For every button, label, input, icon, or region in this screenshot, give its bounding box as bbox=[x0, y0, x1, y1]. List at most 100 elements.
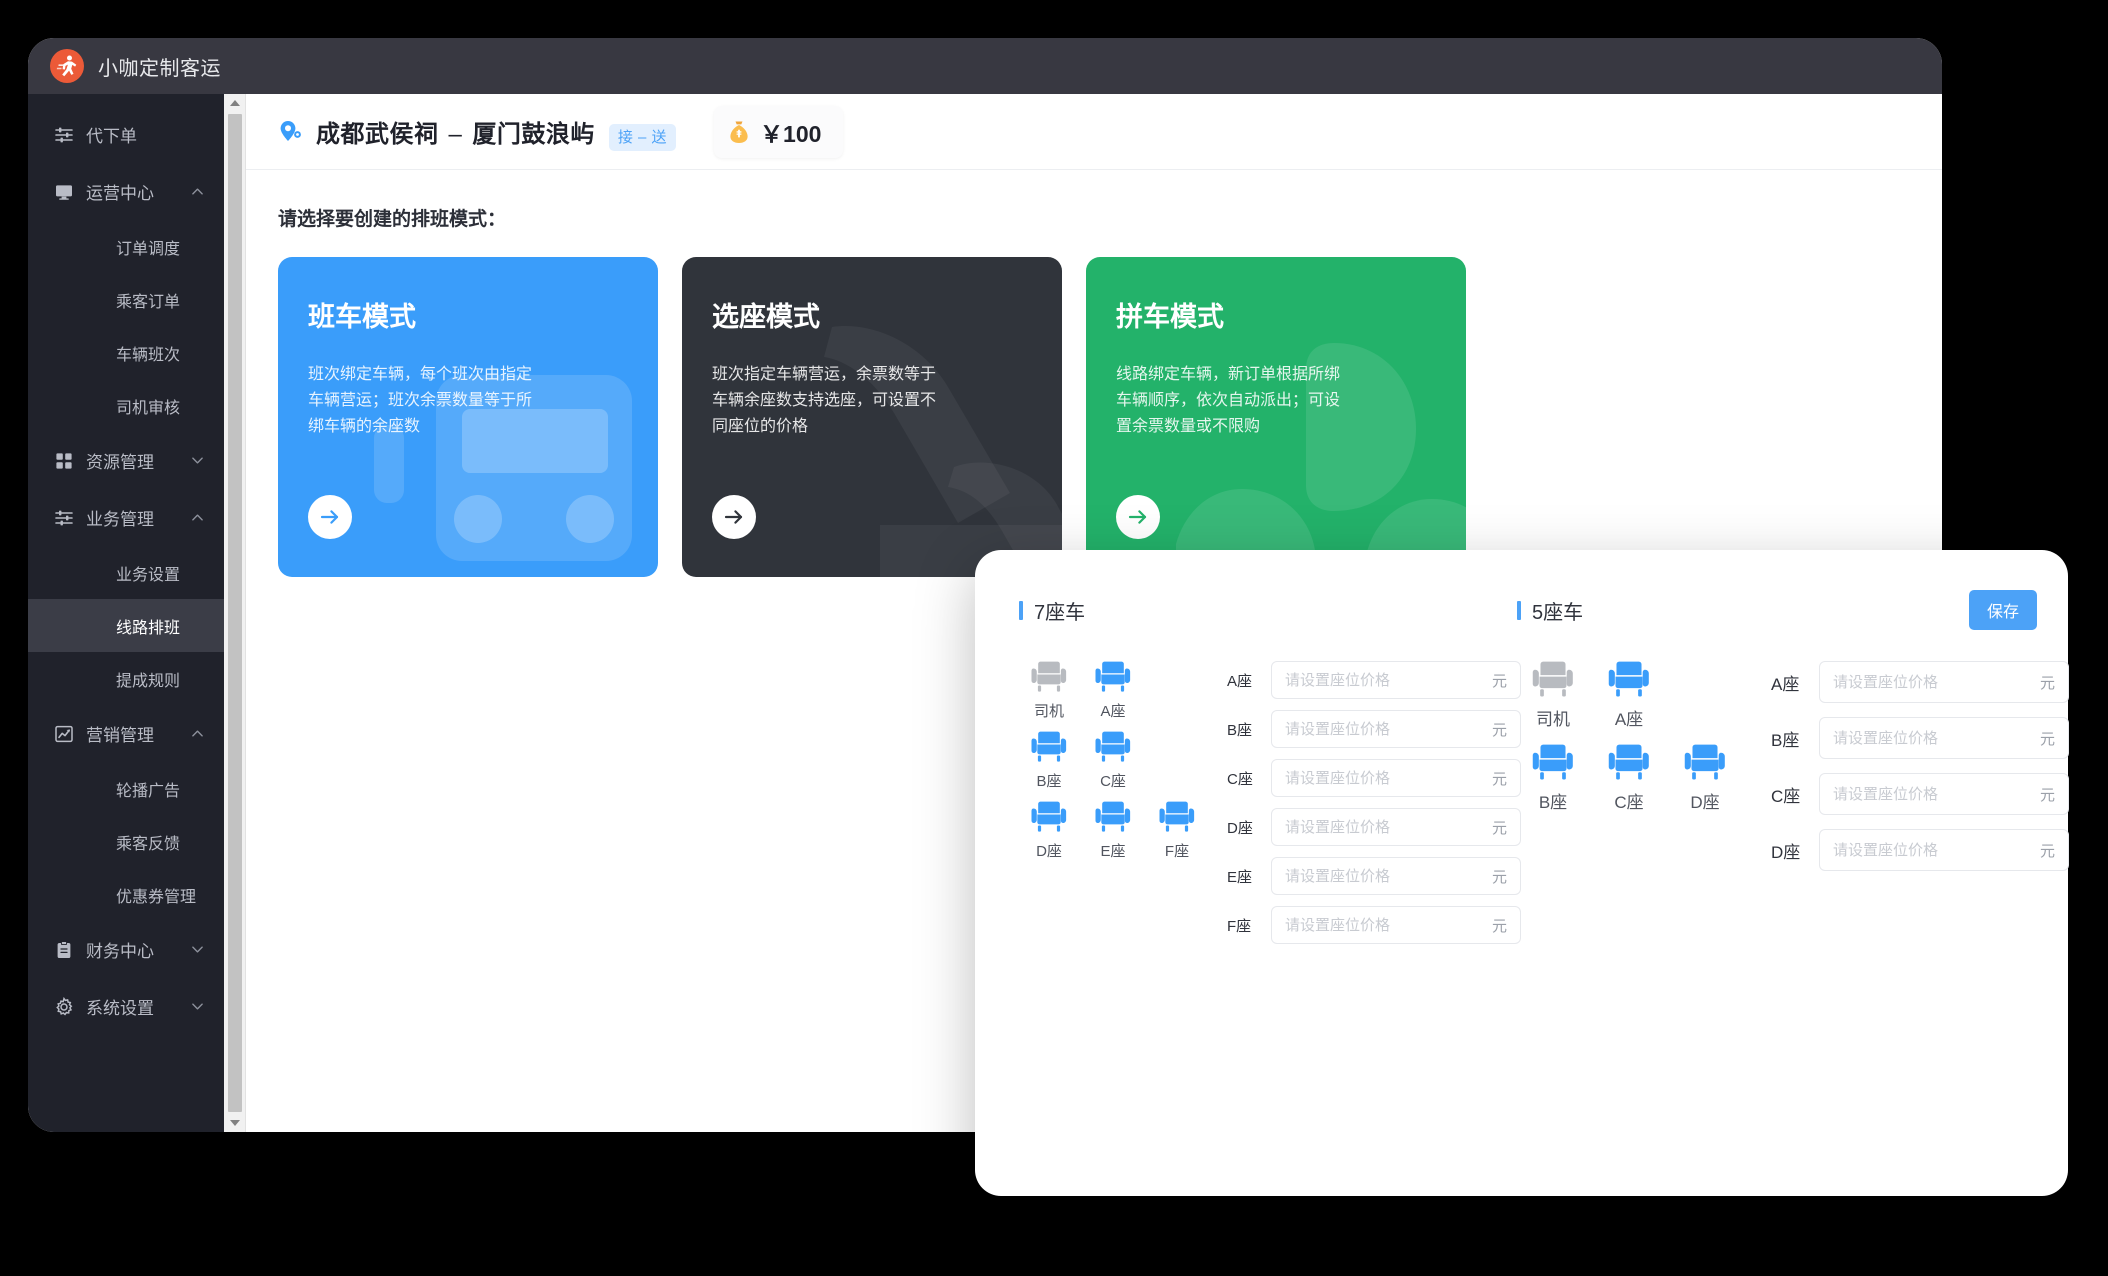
passenger-seat[interactable]: D座 bbox=[1669, 744, 1741, 813]
seat-price-input-wrap[interactable]: 元 bbox=[1819, 717, 2070, 759]
money-bag-icon bbox=[730, 121, 748, 143]
seat-price-input-wrap[interactable]: 元 bbox=[1819, 661, 2070, 703]
seat-chair-icon bbox=[1159, 801, 1195, 832]
seat-price-input[interactable] bbox=[1833, 729, 2032, 747]
seat-section-title: 7座车 bbox=[1019, 596, 1459, 625]
sidebar-item-label: 乘客订单 bbox=[116, 293, 181, 311]
sidebar-group-15[interactable]: 财务中心 bbox=[28, 921, 224, 978]
passenger-seat[interactable]: D座 bbox=[1019, 801, 1079, 861]
mode-card-0[interactable]: 班车模式 班次绑定车辆，每个班次由指定 车辆营运；班次余票数量等于所 绑车辆的余座… bbox=[278, 257, 658, 577]
sliders-icon bbox=[54, 125, 74, 145]
runner-glyph bbox=[56, 55, 77, 77]
mode-card-go-button[interactable] bbox=[308, 495, 352, 539]
seat-chair-icon bbox=[1532, 744, 1573, 780]
currency-unit-label: 元 bbox=[2040, 730, 2056, 748]
sidebar-item-12[interactable]: 轮播广告 bbox=[28, 762, 224, 815]
seat-price-input-wrap[interactable]: 元 bbox=[1271, 710, 1522, 748]
seat-label: A座 bbox=[1614, 710, 1644, 729]
seat-chair-icon bbox=[1608, 744, 1649, 780]
seat-price-input[interactable] bbox=[1285, 916, 1484, 934]
route-origin: 成都武侯祠 bbox=[316, 121, 439, 148]
route-title: 成都武侯祠 – 厦门鼓浪屿接 – 送 bbox=[316, 114, 677, 151]
scroll-up-arrow-icon[interactable] bbox=[224, 94, 245, 112]
mode-card-1[interactable]: 选座模式 班次指定车辆营运，余票数等于 车辆余座数支持选座，可设置不 同座位的价格 bbox=[682, 257, 1062, 577]
sidebar-item-label: 订单调度 bbox=[116, 240, 181, 258]
seat-price-input[interactable] bbox=[1833, 841, 2032, 859]
chart-icon bbox=[54, 724, 74, 744]
sidebar-group-11[interactable]: 营销管理 bbox=[28, 705, 224, 762]
sidebar-item-4[interactable]: 车辆班次 bbox=[28, 326, 224, 379]
seat-price-input[interactable] bbox=[1285, 720, 1484, 738]
passenger-seat[interactable]: E座 bbox=[1083, 801, 1143, 861]
mode-card-title: 班车模式 bbox=[308, 302, 416, 332]
seat-label: 司机 bbox=[1033, 703, 1064, 720]
monitor-icon bbox=[54, 182, 74, 202]
scroll-down-arrow-icon[interactable] bbox=[224, 1114, 245, 1132]
save-button[interactable]: 保存 bbox=[1968, 590, 2037, 630]
passenger-seat[interactable]: F座 bbox=[1147, 801, 1207, 861]
driver-seat[interactable]: 司机 bbox=[1517, 661, 1589, 730]
seat-price-input-wrap[interactable]: 元 bbox=[1271, 906, 1522, 944]
route-destination: 厦门鼓浪屿 bbox=[472, 121, 595, 148]
passenger-seat[interactable]: B座 bbox=[1019, 731, 1079, 791]
seat-chair-icon bbox=[1608, 661, 1649, 697]
seat-price-input-wrap[interactable]: 元 bbox=[1819, 829, 2070, 871]
seat-price-input[interactable] bbox=[1285, 671, 1484, 689]
seat-watermark-icon bbox=[824, 326, 1062, 577]
sidebar-item-label: 优惠券管理 bbox=[116, 888, 197, 906]
seat-price-input-wrap[interactable]: 元 bbox=[1271, 857, 1522, 895]
sidebar-item-10[interactable]: 提成规则 bbox=[28, 652, 224, 705]
passenger-seat[interactable]: B座 bbox=[1517, 744, 1589, 813]
seat-price-input[interactable] bbox=[1833, 785, 2032, 803]
chevron-up-icon bbox=[192, 514, 203, 521]
passenger-seat[interactable]: C座 bbox=[1593, 744, 1665, 813]
seat-label: E座 bbox=[1100, 843, 1126, 860]
runner-logo-icon bbox=[50, 49, 84, 83]
driver-seat[interactable]: 司机 bbox=[1019, 661, 1079, 721]
sidebar-group-7[interactable]: 业务管理 bbox=[28, 489, 224, 546]
scrollbar-thumb[interactable] bbox=[227, 114, 242, 1112]
mode-card-go-button[interactable] bbox=[1116, 495, 1160, 539]
seat-price-input[interactable] bbox=[1285, 769, 1484, 787]
sidebar-item-5[interactable]: 司机审核 bbox=[28, 379, 224, 432]
sidebar-item-14[interactable]: 优惠券管理 bbox=[28, 868, 224, 921]
passenger-seat[interactable]: A座 bbox=[1593, 661, 1665, 730]
seat-price-input-wrap[interactable]: 元 bbox=[1271, 661, 1522, 699]
mode-card-go-button[interactable] bbox=[712, 495, 756, 539]
sidebar-item-label: 业务设置 bbox=[116, 566, 181, 584]
sidebar-item-label: 轮播广告 bbox=[116, 782, 181, 800]
vertical-scrollbar[interactable] bbox=[224, 94, 246, 1132]
sidebar-item-3[interactable]: 乘客订单 bbox=[28, 273, 224, 326]
seat-price-row: B座 元 bbox=[1227, 710, 1522, 748]
app-title: 小咖定制客运 bbox=[98, 57, 221, 80]
location-pin-icon bbox=[280, 120, 301, 141]
sidebar-item-label: 提成规则 bbox=[116, 672, 181, 690]
passenger-seat[interactable]: A座 bbox=[1083, 661, 1143, 721]
seat-price-input[interactable] bbox=[1285, 818, 1484, 836]
mode-card-title: 选座模式 bbox=[712, 302, 820, 332]
route-price-chip: ￥100 bbox=[714, 105, 844, 158]
seat-price-input-wrap[interactable]: 元 bbox=[1819, 773, 2070, 815]
seat-layout-map: 司机 A座 B座 C座 bbox=[1517, 661, 1745, 885]
sidebar-group-label: 营销管理 bbox=[86, 726, 154, 745]
mode-card-2[interactable]: 拼车模式 线路绑定车辆，新订单根据所绑 车辆顺序，依次自动派出；可设 置余票数量或… bbox=[1086, 257, 1466, 577]
sidebar-group-1[interactable]: 运营中心 bbox=[28, 163, 224, 220]
sidebar-item-13[interactable]: 乘客反馈 bbox=[28, 815, 224, 868]
sidebar-group-0[interactable]: 代下单 bbox=[28, 106, 224, 163]
screen: 小咖定制客运 代下单 运营中心订单调度乘客订单车辆班次 司机审核 资源管理 业务管理业… bbox=[0, 0, 2108, 1276]
seat-price-input-wrap[interactable]: 元 bbox=[1271, 759, 1522, 797]
seat-label: C座 bbox=[1100, 773, 1126, 790]
sidebar-item-8[interactable]: 业务设置 bbox=[28, 546, 224, 599]
seat-price-label: E座 bbox=[1227, 868, 1253, 886]
seat-price-input-wrap[interactable]: 元 bbox=[1271, 808, 1522, 846]
sidebar-group-16[interactable]: 系统设置 bbox=[28, 978, 224, 1035]
sidebar-item-9[interactable]: 线路排班 bbox=[28, 599, 224, 652]
seat-chair-icon bbox=[1095, 731, 1131, 762]
seat-price-input[interactable] bbox=[1833, 673, 2032, 691]
passenger-seat[interactable]: C座 bbox=[1083, 731, 1143, 791]
sidebar-group-6[interactable]: 资源管理 bbox=[28, 432, 224, 489]
seat-price-input[interactable] bbox=[1285, 867, 1484, 885]
clipboard-icon bbox=[54, 940, 74, 960]
sidebar-item-2[interactable]: 订单调度 bbox=[28, 220, 224, 273]
currency-unit-label: 元 bbox=[1492, 819, 1508, 837]
